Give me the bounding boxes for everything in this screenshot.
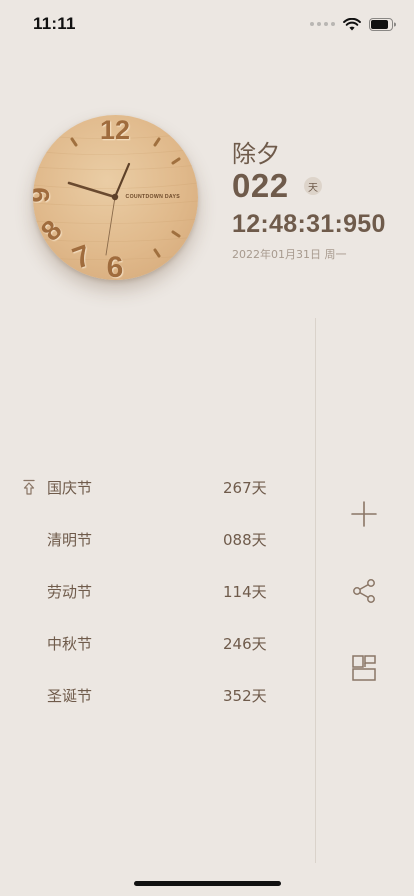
hour-hand xyxy=(67,181,117,199)
list-item[interactable]: 劳动节 114天 xyxy=(0,566,300,618)
share-icon xyxy=(353,579,375,603)
wall-clock: 12 6 7 8 9 COUNTDOWN DAYS xyxy=(33,115,198,280)
numeral-7: 7 xyxy=(68,239,95,276)
pin-top-icon[interactable] xyxy=(22,479,36,495)
status-time: 11:11 xyxy=(33,14,76,33)
plus-icon xyxy=(351,501,377,527)
battery-icon xyxy=(369,17,396,31)
holiday-days: 352天 xyxy=(223,687,267,705)
status-indicators xyxy=(310,16,396,32)
event-date: 2022年01月31日 周一 xyxy=(232,248,347,261)
holiday-days: 267天 xyxy=(223,479,267,497)
layout-button[interactable] xyxy=(349,653,379,683)
holiday-name: 圣诞节 xyxy=(47,687,93,705)
holiday-name: 清明节 xyxy=(47,531,93,549)
numeral-8: 8 xyxy=(35,214,68,247)
clock-brand-text: COUNTDOWN DAYS xyxy=(126,194,181,200)
list-item[interactable]: 圣诞节 352天 xyxy=(0,670,300,722)
add-button[interactable] xyxy=(349,499,379,529)
list-item[interactable]: 清明节 088天 xyxy=(0,514,300,566)
home-indicator[interactable] xyxy=(134,881,281,886)
holiday-days: 246天 xyxy=(223,635,267,653)
holiday-name: 中秋节 xyxy=(47,635,93,653)
holiday-name: 国庆节 xyxy=(47,479,93,497)
wifi-icon xyxy=(343,17,361,30)
holiday-days: 114天 xyxy=(223,583,267,601)
signal-icon xyxy=(310,22,335,26)
holiday-days: 088天 xyxy=(223,531,267,549)
share-button[interactable] xyxy=(349,576,379,606)
numeral-12: 12 xyxy=(100,115,130,145)
layout-icon xyxy=(352,655,376,681)
list-item[interactable]: 国庆节 267天 xyxy=(0,462,300,514)
days-remaining: 022 xyxy=(232,167,289,204)
countdown-timer: 12:48:31:950 xyxy=(232,210,386,238)
event-name: 除夕 xyxy=(232,140,280,168)
holiday-name: 劳动节 xyxy=(47,583,93,601)
clock-face: 12 6 7 8 9 COUNTDOWN DAYS xyxy=(33,115,198,280)
minute-hand xyxy=(113,162,131,199)
days-unit-badge: 天 xyxy=(304,177,322,195)
numeral-9: 9 xyxy=(33,187,55,203)
vertical-divider xyxy=(315,318,316,863)
numeral-6: 6 xyxy=(107,251,124,280)
list-item[interactable]: 中秋节 246天 xyxy=(0,618,300,670)
status-bar: 11:11 xyxy=(0,0,414,50)
